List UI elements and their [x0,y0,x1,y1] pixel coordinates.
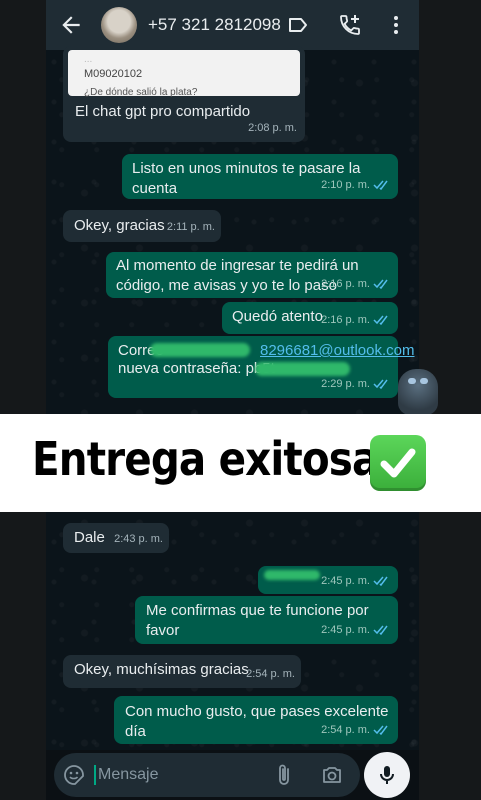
message-outgoing[interactable]: Quedó atento 2:16 p. m. [222,302,398,334]
sticker-image[interactable] [398,369,438,415]
message-input[interactable]: Mensaje [98,766,158,784]
quote-line: ... [84,54,93,65]
censor-scribble [150,343,250,357]
read-ticks-icon [373,625,388,635]
check-mark-icon [370,435,426,491]
message-outgoing[interactable]: Me confirmas que te funcione por favor 2… [135,596,398,644]
message-time: 2:08 p. m. [248,122,297,134]
message-incoming[interactable]: Okey, gracias 2:11 p. m. [63,210,221,242]
camera-icon[interactable] [320,763,344,787]
attach-icon[interactable] [272,763,296,787]
text-cursor [94,765,96,785]
message-outgoing[interactable]: Con mucho gusto, que pases excelente día… [114,696,398,744]
read-ticks-icon [373,576,388,586]
success-banner: Entrega exitosa [0,414,481,512]
message-time: 2:43 p. m. [114,533,163,545]
left-margin [0,0,46,800]
quote-code: M09020102 [84,68,143,80]
read-ticks-icon [373,279,388,289]
message-input-bar: Mensaje [54,753,360,797]
message-time: 2:16 p. m. [321,274,390,294]
message-outgoing[interactable]: Listo en unos minutos te pasare la cuent… [122,154,398,199]
message-time: 2:29 p. m. [321,374,390,394]
message-incoming[interactable]: Okey, muchísimas gracias 2:54 p. m. [63,655,301,688]
label-icon[interactable] [286,13,310,37]
back-arrow-icon[interactable] [58,12,84,38]
more-options-icon[interactable] [384,13,408,37]
credential-password-line: nueva contraseña: pb5t [118,360,275,377]
message-text: Dale [74,529,105,546]
add-call-icon[interactable] [338,13,362,37]
message-text: El chat gpt pro compartido [75,103,251,120]
censor-scribble [264,570,320,580]
message-time: 2:45 p. m. [321,571,390,591]
quoted-receipt-card[interactable]: ... M09020102 ¿De dónde salió la plata? [68,50,300,98]
message-time: 2:45 p. m. [321,620,390,640]
censor-scribble [255,362,350,376]
banner-title: Entrega exitosa [32,432,379,486]
emoji-sticker-icon[interactable] [62,763,86,787]
read-ticks-icon [373,315,388,325]
message-time: 2:54 p. m. [246,668,295,680]
chat-header: +57 321 2812098 [46,0,419,50]
read-ticks-icon [373,379,388,389]
message-text: Quedó atento [232,308,323,325]
message-time: 2:54 p. m. [321,720,390,740]
phone-screen: +57 321 2812098 El chat gpt pro comparti… [0,0,481,800]
message-text: Okey, gracias [74,217,165,234]
quote-question: ¿De dónde salió la plata? [84,87,198,98]
message-outgoing[interactable]: Al momento de ingresar te pedirá un códi… [106,252,398,298]
read-ticks-icon [373,725,388,735]
read-ticks-icon [373,180,388,190]
credential-email-suffix: 8296681@outlook.com [260,342,415,359]
message-time: 2:11 p. m. [166,221,215,233]
microphone-icon [380,766,394,784]
message-incoming[interactable]: Dale 2:43 p. m. [63,523,169,553]
message-time: 2:16 p. m. [321,310,390,330]
message-text: Okey, muchísimas gracias [74,661,249,678]
contact-avatar[interactable] [101,7,137,43]
message-time: 2:10 p. m. [321,175,390,195]
voice-record-button[interactable] [364,752,410,798]
contact-phone-number[interactable]: +57 321 2812098 [148,15,281,35]
